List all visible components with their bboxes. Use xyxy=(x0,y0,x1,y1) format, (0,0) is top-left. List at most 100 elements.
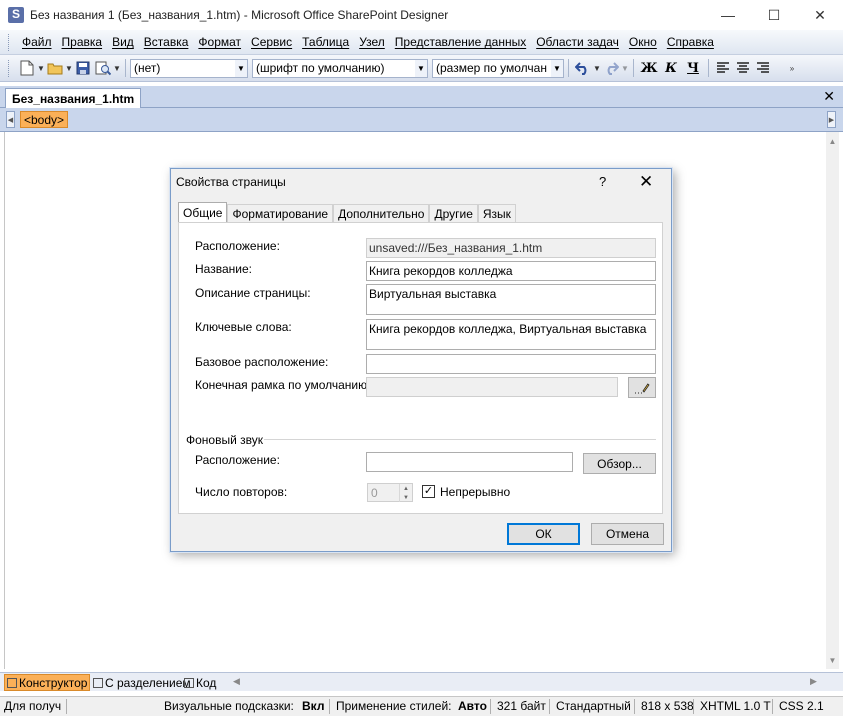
toolbar-separator xyxy=(568,59,569,77)
continuous-label[interactable]: Непрерывно xyxy=(440,485,510,499)
visual-aids-value[interactable]: Вкл xyxy=(302,699,324,713)
tab-design-view[interactable]: Конструктор xyxy=(4,674,91,691)
menu-table[interactable]: Таблица xyxy=(297,35,354,49)
continuous-checkbox[interactable]: ✓ xyxy=(422,485,435,498)
tab-split-view[interactable]: С разделением xyxy=(91,674,193,691)
preview-dropdown-arrow-icon[interactable]: ▼ xyxy=(113,64,121,73)
location-label: Расположение: xyxy=(195,239,280,253)
bold-button[interactable]: Ж xyxy=(638,58,660,78)
menu-format[interactable]: Формат xyxy=(193,35,246,49)
tab-split-label: С разделением xyxy=(105,675,191,690)
menu-view[interactable]: Вид xyxy=(107,35,139,49)
edit-frame-button[interactable] xyxy=(628,377,656,398)
font-combo[interactable]: (шрифт по умолчанию) ▼ xyxy=(252,58,428,78)
chevron-down-icon[interactable]: ▼ xyxy=(551,59,563,77)
menu-task-panes[interactable]: Области задач xyxy=(531,35,624,49)
base-location-field[interactable] xyxy=(366,354,656,374)
undo-dropdown-arrow-icon[interactable]: ▼ xyxy=(593,64,601,73)
description-field[interactable]: Виртуальная выставка xyxy=(366,284,656,315)
scroll-left-icon[interactable]: ◀ xyxy=(233,676,240,687)
style-application-value[interactable]: Авто xyxy=(458,699,487,713)
doctype-schema[interactable]: XHTML 1.0 T xyxy=(700,699,771,713)
vertical-scrollbar[interactable]: ▲ ▼ xyxy=(826,132,839,669)
minimize-button[interactable]: — xyxy=(705,0,751,30)
help-button[interactable]: ? xyxy=(599,174,606,189)
chevron-down-icon[interactable]: ▼ xyxy=(415,59,427,77)
save-icon[interactable] xyxy=(73,58,93,78)
page-dimensions[interactable]: 818 x 538 xyxy=(641,699,694,713)
chevron-down-icon[interactable]: ▼ xyxy=(235,59,247,77)
ok-button[interactable]: ОК xyxy=(507,523,580,545)
tag-scroll-right-icon[interactable]: ▶ xyxy=(827,111,836,128)
open-folder-icon[interactable] xyxy=(45,58,65,78)
align-left-icon[interactable] xyxy=(713,58,733,78)
new-document-icon[interactable] xyxy=(17,58,37,78)
menu-data-view[interactable]: Представление данных xyxy=(390,35,531,49)
status-separator xyxy=(329,699,330,714)
menu-insert[interactable]: Вставка xyxy=(139,35,194,49)
default-frame-field xyxy=(366,377,618,397)
menu-window[interactable]: Окно xyxy=(624,35,662,49)
new-dropdown-arrow-icon[interactable]: ▼ xyxy=(37,64,45,73)
rendering-mode[interactable]: Стандартный xyxy=(556,699,631,713)
menu-edit[interactable]: Правка xyxy=(57,35,108,49)
maximize-button[interactable]: ☐ xyxy=(751,0,797,30)
tab-other[interactable]: Другие xyxy=(429,204,478,223)
title-bar: Без названия 1 (Без_названия_1.htm) - Mi… xyxy=(0,0,843,30)
toolbar-options-icon[interactable]: » xyxy=(789,64,795,73)
scroll-right-icon[interactable]: ▶ xyxy=(810,676,817,687)
toolbar-grip[interactable] xyxy=(8,33,11,51)
close-document-icon[interactable]: ✕ xyxy=(823,88,835,105)
tab-advanced[interactable]: Дополнительно xyxy=(333,204,430,223)
italic-button[interactable]: К xyxy=(660,58,682,78)
toolbar-separator xyxy=(708,59,709,77)
close-button[interactable]: ✕ xyxy=(797,0,843,30)
location-field: unsaved:///Без_названия_1.htm xyxy=(366,238,656,258)
spin-up-icon[interactable]: ▲ xyxy=(399,484,412,493)
preview-icon[interactable] xyxy=(93,58,113,78)
scroll-up-icon[interactable]: ▲ xyxy=(826,134,839,148)
css-schema[interactable]: CSS 2.1 xyxy=(779,699,824,713)
scroll-down-icon[interactable]: ▼ xyxy=(826,653,839,667)
tab-code-label: Код xyxy=(196,675,217,690)
default-frame-label: Конечная рамка по умолчанию: xyxy=(195,378,371,392)
window-title: Без названия 1 (Без_названия_1.htm) - Mi… xyxy=(30,8,449,22)
title-label: Название: xyxy=(195,262,252,276)
tab-general[interactable]: Общие xyxy=(178,202,228,223)
menu-file[interactable]: Файл xyxy=(17,35,57,49)
align-right-icon[interactable] xyxy=(753,58,773,78)
sound-location-field[interactable] xyxy=(366,452,573,472)
dialog-close-button[interactable]: ✕ xyxy=(639,172,653,192)
design-view-icon xyxy=(7,677,17,688)
section-divider xyxy=(264,439,656,440)
spin-down-icon[interactable]: ▼ xyxy=(399,493,412,502)
menu-help[interactable]: Справка xyxy=(662,35,719,49)
tab-formatting[interactable]: Форматирование xyxy=(227,204,334,223)
redo-icon[interactable] xyxy=(601,58,621,78)
menu-tools[interactable]: Сервис xyxy=(246,35,297,49)
underline-button[interactable]: Ч xyxy=(682,58,704,78)
browse-button[interactable]: Обзор... xyxy=(583,453,656,474)
loop-count-stepper[interactable]: 0 ▲ ▼ xyxy=(367,483,413,502)
open-dropdown-arrow-icon[interactable]: ▼ xyxy=(65,64,73,73)
description-label: Описание страницы: xyxy=(195,286,311,300)
tab-language[interactable]: Язык xyxy=(477,204,516,223)
align-center-icon[interactable] xyxy=(733,58,753,78)
toolbar-grip[interactable] xyxy=(8,59,11,77)
tag-scroll-left-icon[interactable]: ◀ xyxy=(6,111,15,128)
size-combo-value: (размер по умолчан xyxy=(436,61,547,75)
cancel-button[interactable]: Отмена xyxy=(591,523,664,545)
menu-bar: Файл Правка Вид Вставка Формат Сервис Та… xyxy=(0,30,843,55)
body-tag[interactable]: <body> xyxy=(20,111,69,128)
status-separator xyxy=(772,699,773,714)
undo-icon[interactable] xyxy=(573,58,593,78)
tab-code-view[interactable]: Код xyxy=(182,674,218,691)
style-combo[interactable]: (нет) ▼ xyxy=(130,58,248,78)
menu-site[interactable]: Узел xyxy=(354,35,390,49)
size-combo[interactable]: (размер по умолчан ▼ xyxy=(432,58,564,78)
document-tab[interactable]: Без_названия_1.htm xyxy=(5,88,142,109)
keywords-field[interactable]: Книга рекордов колледжа, Виртуальная выс… xyxy=(366,319,656,350)
formatting-toolbar: ▼ ▼ ▼ (нет) ▼ (шрифт по умолчанию) ▼ (ра… xyxy=(0,55,843,82)
redo-dropdown-arrow-icon[interactable]: ▼ xyxy=(621,64,629,73)
title-field[interactable]: Книга рекордов колледжа xyxy=(366,261,656,281)
